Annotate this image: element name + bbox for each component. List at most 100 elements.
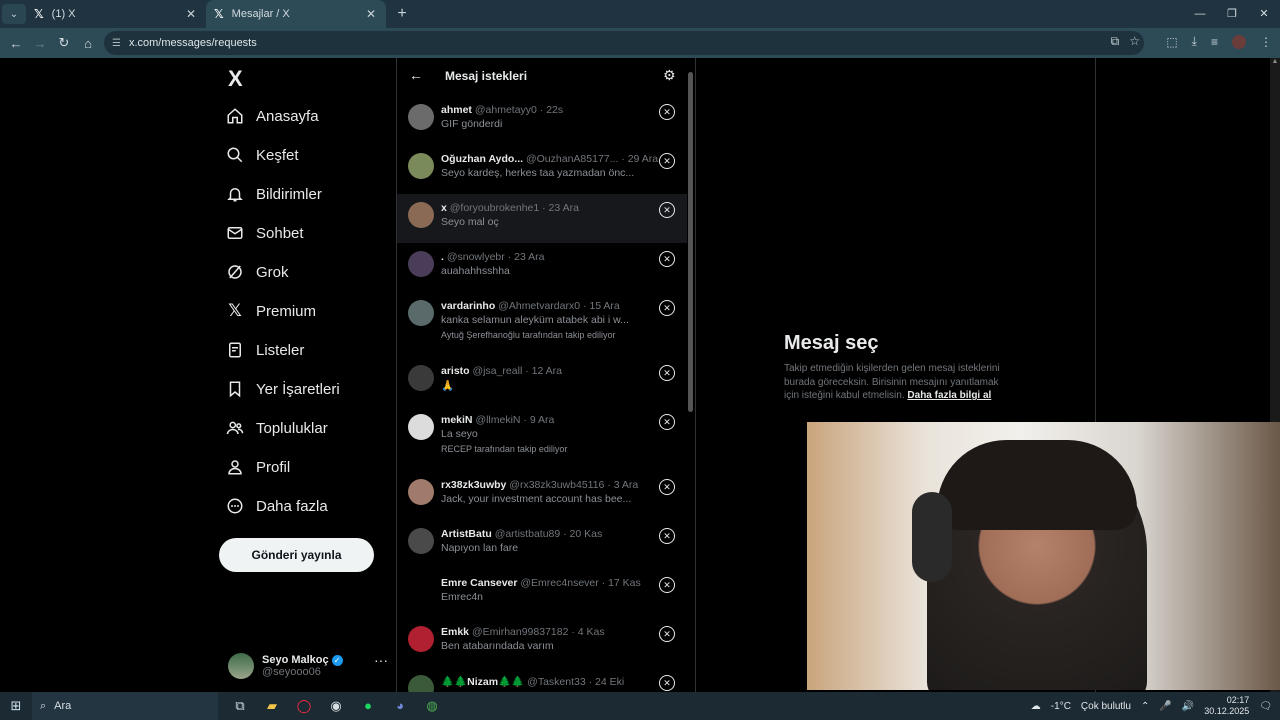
request-item[interactable]: mekiN @llmekiN · 9 Ara La seyo RECEP taraf… <box>397 406 687 471</box>
request-item[interactable]: Oğuzhan Aydo... @OuzhanA85177... · 29 Ar… <box>397 145 687 194</box>
request-item[interactable]: . @snowlyebr · 23 Ara auahahhsshha ✕ <box>397 243 687 292</box>
minimize-icon[interactable]: — <box>1184 0 1216 28</box>
microphone-icon[interactable]: 🎤 <box>1159 701 1171 712</box>
browser-tab-1[interactable]: 𝕏 (1) X ✕ <box>26 0 206 28</box>
delete-request-icon[interactable]: ✕ <box>659 675 675 691</box>
delete-request-icon[interactable]: ✕ <box>659 202 675 218</box>
nav-item-lists[interactable]: Listeler <box>226 335 304 365</box>
gear-icon[interactable]: ⚙ <box>663 67 676 84</box>
nav-item-premium[interactable]: 𝕏 Premium <box>226 296 316 326</box>
request-item[interactable]: vardarinho @Ahmetvardarx0 · 15 Ara kanka … <box>397 292 687 357</box>
nav-item-notifications[interactable]: Bildirimler <box>226 179 322 209</box>
browser-profile-avatar[interactable] <box>1232 34 1246 49</box>
delete-request-icon[interactable]: ✕ <box>659 577 675 593</box>
delete-request-icon[interactable]: ✕ <box>659 251 675 267</box>
avatar[interactable] <box>408 626 434 652</box>
delete-request-icon[interactable]: ✕ <box>659 104 675 120</box>
avatar[interactable] <box>408 153 434 179</box>
delete-request-icon[interactable]: ✕ <box>659 528 675 544</box>
bell-icon <box>226 185 244 203</box>
browser-menu-icon[interactable]: ⋮ <box>1260 35 1272 49</box>
back-icon[interactable]: ← <box>4 36 28 51</box>
back-arrow-icon[interactable]: ← <box>409 67 423 83</box>
media-icon[interactable]: ≡ <box>1211 35 1218 49</box>
discord-icon[interactable]: ◕ <box>390 698 410 714</box>
avatar[interactable] <box>408 577 434 603</box>
browser-tab-2[interactable]: 𝕏 Mesajlar / X ✕ <box>206 0 386 28</box>
new-tab-button[interactable]: + <box>390 5 414 23</box>
taskbar-search[interactable]: ⌕ Ara <box>32 692 218 720</box>
install-icon[interactable]: ⧉ <box>1111 34 1120 49</box>
tray-chevron-icon[interactable]: ⌃ <box>1141 701 1149 712</box>
obs-icon[interactable]: ◉ <box>326 698 346 714</box>
request-item[interactable]: Emre Cansever @Emrec4nsever · 17 Kas Emre… <box>397 569 687 618</box>
delete-request-icon[interactable]: ✕ <box>659 414 675 430</box>
clock[interactable]: 02:17 30.12.2025 <box>1204 695 1249 717</box>
nav-item-communities[interactable]: Topluluklar <box>226 413 328 443</box>
request-item[interactable]: 🌲🌲Nizam🌲🌲 @Taskent33 · 24 Eki ✕ <box>397 667 687 692</box>
x-logo-icon[interactable]: X <box>228 66 243 92</box>
request-item[interactable]: Emkk @Emirhan99837182 · 4 Kas Ben atabarı… <box>397 618 687 667</box>
nav-item-messages[interactable]: Sohbet <box>226 218 304 248</box>
volume-icon[interactable]: 🔊 <box>1182 701 1194 712</box>
nav-label: Bildirimler <box>256 185 322 203</box>
reload-icon[interactable]: ↻ <box>52 35 76 51</box>
avatar[interactable] <box>408 202 434 228</box>
chrome-icon[interactable]: ◍ <box>422 698 442 714</box>
delete-request-icon[interactable]: ✕ <box>659 479 675 495</box>
request-item[interactable]: rx38zk3uwby @rx38zk3uwb45116 · 3 Ara Jack… <box>397 471 687 520</box>
tab-close-icon[interactable]: ✕ <box>366 7 376 21</box>
nav-item-explore[interactable]: Keşfet <box>226 140 299 170</box>
file-explorer-icon[interactable]: ▰ <box>262 698 282 714</box>
delete-request-icon[interactable]: ✕ <box>659 153 675 169</box>
request-item[interactable]: x @foryoubrokenhe1 · 23 Ara Seyo mal oç ✕ <box>397 194 687 243</box>
site-info-icon[interactable]: ☰ <box>112 38 121 49</box>
delete-request-icon[interactable]: ✕ <box>659 365 675 381</box>
tab-close-icon[interactable]: ✕ <box>186 7 196 21</box>
home-browser-icon[interactable]: ⌂ <box>76 36 100 51</box>
avatar[interactable] <box>408 300 434 326</box>
scroll-up-icon[interactable]: ▲ <box>1270 58 1280 65</box>
notifications-icon[interactable]: 🗨 <box>1259 701 1272 712</box>
nav-item-grok[interactable]: Grok <box>226 257 289 287</box>
more-dots-icon[interactable]: ··· <box>374 652 388 668</box>
avatar[interactable] <box>408 251 434 277</box>
request-item[interactable]: ArtistBatu @artistbatu89 · 20 Kas Napıyon… <box>397 520 687 569</box>
task-view-icon[interactable]: ⧉ <box>230 698 250 714</box>
spotify-icon[interactable]: ● <box>358 698 378 714</box>
avatar[interactable] <box>408 479 434 505</box>
learn-more-link[interactable]: Daha fazla bilgi al <box>907 390 991 401</box>
nav-label: Keşfet <box>256 146 299 164</box>
address-bar[interactable]: ☰ x.com/messages/requests <box>104 31 1144 55</box>
avatar[interactable] <box>408 365 434 391</box>
account-switcher[interactable]: Seyo Malkoç ✓ @seyooo06 ··· <box>228 648 388 684</box>
tab-search-button[interactable]: ⌄ <box>2 4 26 24</box>
bookmark-star-icon[interactable]: ☆ <box>1129 34 1140 49</box>
nav-item-more[interactable]: Daha fazla <box>226 491 328 521</box>
delete-request-icon[interactable]: ✕ <box>659 300 675 316</box>
delete-request-icon[interactable]: ✕ <box>659 626 675 642</box>
extensions-icon[interactable]: ⬚ <box>1166 35 1177 49</box>
close-window-icon[interactable]: ✕ <box>1248 0 1280 28</box>
weather-icon[interactable]: ☁ <box>1031 701 1041 712</box>
avatar[interactable] <box>408 414 434 440</box>
post-button[interactable]: Gönderi yayınla <box>219 538 374 572</box>
nav-item-bookmarks[interactable]: Yer İşaretleri <box>226 374 340 404</box>
person-icon <box>226 458 244 476</box>
forward-icon[interactable]: → <box>28 36 52 51</box>
request-header-line: aristo @jsa_reall · 12 Ara <box>441 365 562 377</box>
opera-icon[interactable]: ◯ <box>294 698 314 714</box>
avatar[interactable] <box>408 528 434 554</box>
scrollbar-thumb[interactable] <box>688 72 693 412</box>
download-icon[interactable]: ⤓ <box>1192 34 1197 49</box>
nav-item-home[interactable]: Anasayfa <box>226 101 319 131</box>
page-title: Mesaj istekleri <box>445 69 528 83</box>
request-item[interactable]: ahmet @ahmetayy0 · 22s GIF gönderdi ✕ <box>397 96 687 145</box>
avatar[interactable] <box>408 104 434 130</box>
avatar[interactable] <box>408 675 434 692</box>
windows-start-icon[interactable]: ⊞ <box>0 698 32 714</box>
request-item[interactable]: aristo @jsa_reall · 12 Ara 🙏 ✕ <box>397 357 687 406</box>
restore-icon[interactable]: ❐ <box>1216 0 1248 28</box>
x-favicon-icon: 𝕏 <box>34 7 44 21</box>
nav-item-profile[interactable]: Profil <box>226 452 290 482</box>
